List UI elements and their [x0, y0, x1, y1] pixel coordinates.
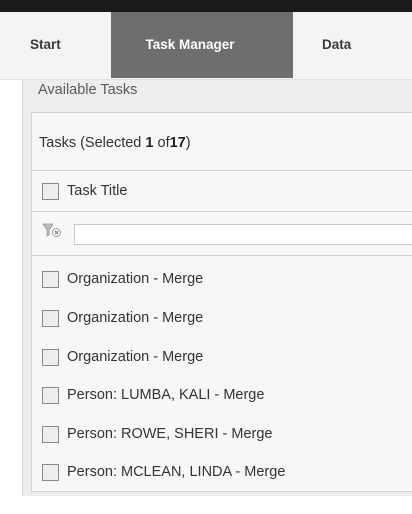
- panel-title: Available Tasks: [38, 82, 138, 98]
- selected-count: 1: [145, 135, 154, 151]
- tab-task-manager[interactable]: Task Manager: [111, 12, 293, 78]
- task-title: Person: ROWE, SHERI - Merge: [67, 426, 273, 442]
- task-row[interactable]: Person: MCLEAN, LINDA - Merge: [42, 460, 285, 484]
- filter-clear-icon[interactable]: [42, 222, 62, 238]
- select-all-checkbox[interactable]: [42, 182, 59, 200]
- available-tasks-panel: Available Tasks Tasks (Selected 1 of17) …: [22, 80, 412, 496]
- task-checkbox[interactable]: [42, 270, 59, 288]
- task-title: Person: LUMBA, KALI - Merge: [67, 387, 265, 403]
- task-title-filter-input[interactable]: [74, 224, 412, 245]
- task-row[interactable]: Organization - Merge: [42, 267, 203, 291]
- tasks-header-selected-word: Selected: [84, 135, 142, 151]
- tasks-header-of-word: of: [157, 135, 170, 151]
- task-row[interactable]: Organization - Merge: [42, 345, 203, 369]
- task-title: Person: MCLEAN, LINDA - Merge: [67, 464, 286, 480]
- total-count: 17: [169, 135, 186, 151]
- top-bar: [0, 0, 412, 12]
- task-title: Organization - Merge: [67, 310, 204, 326]
- task-checkbox[interactable]: [42, 309, 59, 327]
- task-checkbox[interactable]: [42, 348, 59, 366]
- task-checkbox[interactable]: [42, 425, 59, 443]
- task-title: Organization - Merge: [67, 349, 204, 365]
- task-checkbox[interactable]: [42, 463, 59, 481]
- tasks-grid: Tasks (Selected 1 of17) Task Title Organ…: [31, 112, 412, 492]
- tasks-selection-summary: Tasks (Selected 1 of17): [39, 135, 191, 151]
- tasks-header-prefix: Tasks (: [39, 135, 85, 151]
- divider: [32, 170, 412, 171]
- tab-start[interactable]: Start: [30, 12, 61, 78]
- divider: [32, 211, 412, 212]
- column-header-task-title[interactable]: Task Title: [67, 183, 127, 199]
- tab-data[interactable]: Data: [322, 12, 351, 78]
- task-row[interactable]: Person: LUMBA, KALI - Merge: [42, 383, 264, 407]
- task-row[interactable]: Person: ROWE, SHERI - Merge: [42, 422, 272, 446]
- column-header-row: Task Title: [42, 179, 127, 203]
- divider: [32, 255, 412, 256]
- task-title: Organization - Merge: [67, 271, 204, 287]
- tasks-header-suffix: ): [185, 135, 191, 151]
- task-checkbox[interactable]: [42, 386, 59, 404]
- task-row[interactable]: Organization - Merge: [42, 306, 203, 330]
